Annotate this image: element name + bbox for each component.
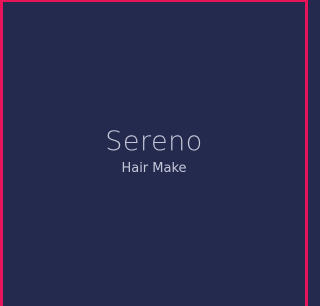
brand-subtitle: Hair Make <box>121 161 187 176</box>
brand-name: Sereno <box>105 126 203 157</box>
brand-logo: Sereno Hair Make <box>3 126 305 177</box>
logo-card: Sereno Hair Make <box>0 0 308 306</box>
